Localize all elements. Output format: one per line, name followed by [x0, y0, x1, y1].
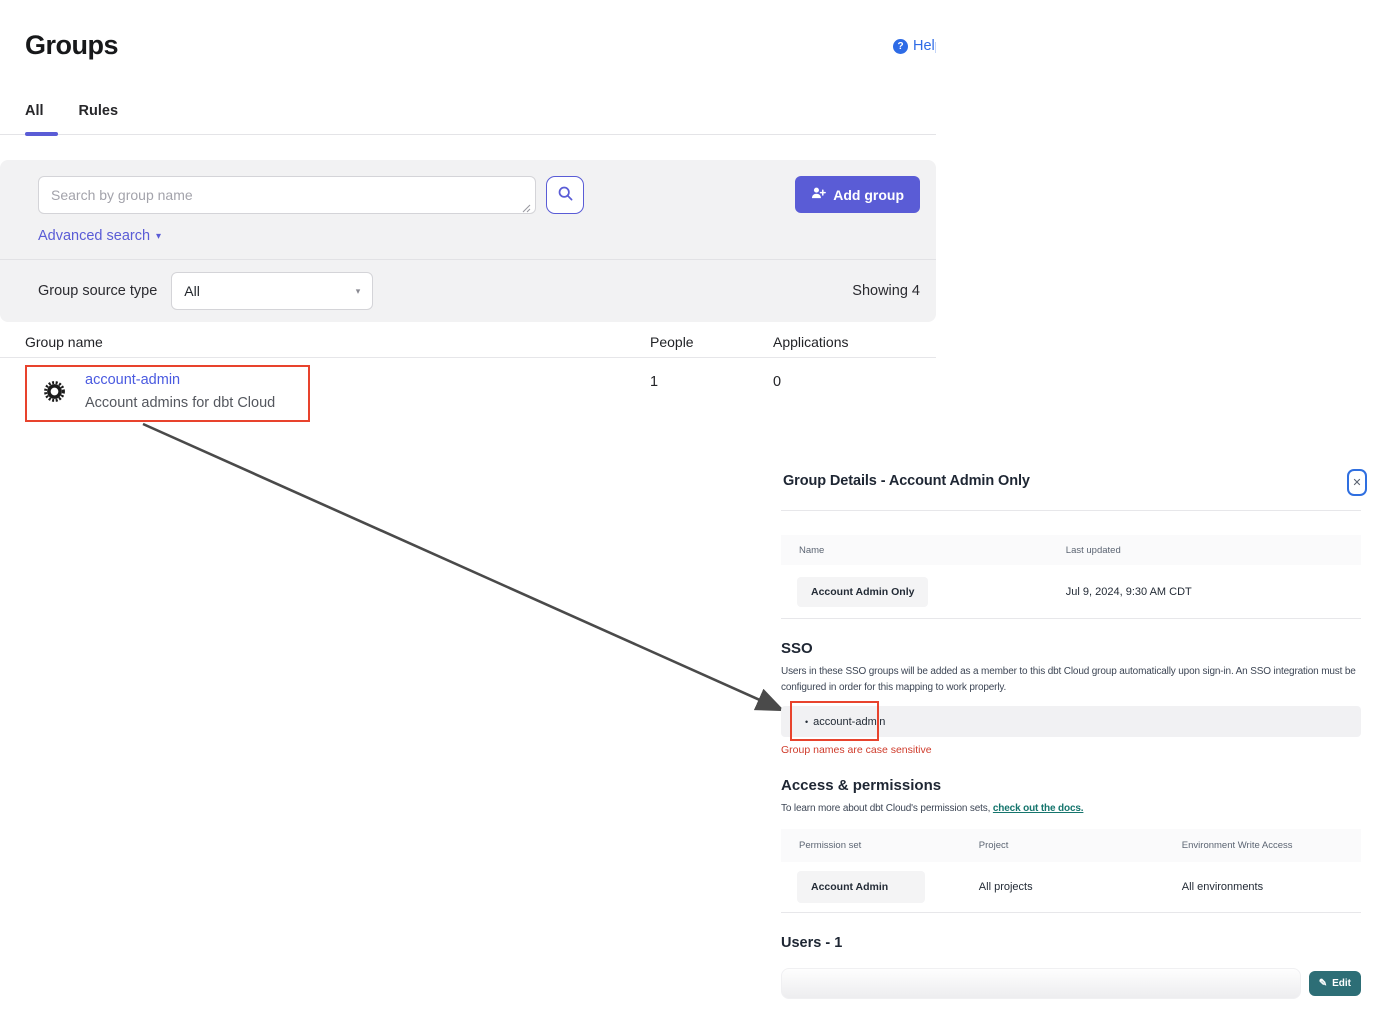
edit-button[interactable]: ✎ Edit	[1309, 971, 1361, 996]
sso-heading: SSO	[781, 640, 1361, 657]
panel-title: Group Details - Account Admin Only	[783, 473, 1030, 489]
edit-label: Edit	[1332, 978, 1351, 989]
groups-page: Groups ? Help All Rules Add group	[0, 0, 936, 460]
selected-source-value: All	[184, 283, 200, 299]
close-button[interactable]: ✕	[1347, 469, 1367, 496]
caret-down-icon: ▾	[156, 231, 161, 242]
search-button[interactable]	[546, 176, 584, 214]
header-project: Project	[961, 840, 1164, 851]
tab-all[interactable]: All	[25, 103, 44, 133]
table-row[interactable]: account-admin Account admins for dbt Clo…	[0, 358, 936, 430]
header-name: Name	[781, 545, 1048, 556]
close-icon: ✕	[1352, 476, 1361, 489]
tab-rules[interactable]: Rules	[79, 103, 119, 133]
gear-icon	[42, 379, 67, 412]
sso-group-name: account-admin	[813, 716, 885, 728]
search-row: Add group	[38, 176, 920, 214]
header-last-updated: Last updated	[1048, 545, 1361, 556]
header-permission-set: Permission set	[781, 840, 961, 851]
sso-description: Users in these SSO groups will be added …	[781, 664, 1359, 695]
info-table-header: Name Last updated	[781, 535, 1361, 565]
environment-value: All environments	[1164, 881, 1361, 893]
permissions-table-row: Account Admin All projects All environme…	[781, 862, 1361, 912]
showing-count: Showing 4	[852, 283, 920, 299]
header-group-name: Group name	[0, 334, 650, 350]
add-group-label: Add group	[833, 187, 904, 203]
project-value: All projects	[961, 881, 1164, 893]
groups-table-header: Group name People Applications	[0, 326, 936, 358]
active-tab-indicator	[25, 132, 58, 136]
footer-bar	[781, 968, 1301, 999]
advanced-search-toggle[interactable]: Advanced search ▾	[38, 228, 161, 244]
search-icon	[557, 185, 574, 205]
panel-footer: ✎ Edit	[781, 968, 1361, 999]
info-table-row: Account Admin Only Jul 9, 2024, 9:30 AM …	[781, 565, 1361, 618]
access-description: To learn more about dbt Cloud's permissi…	[781, 801, 1359, 817]
group-source-type-select[interactable]: All ▾	[171, 272, 373, 310]
group-details-panel: Group Details - Account Admin Only ✕ Nam…	[781, 460, 1361, 999]
pencil-icon: ✎	[1319, 978, 1327, 989]
help-link[interactable]: ? Help	[893, 38, 936, 54]
tab-bar: All Rules	[25, 103, 118, 133]
access-description-text: To learn more about dbt Cloud's permissi…	[781, 803, 993, 814]
help-label: Help	[913, 38, 936, 54]
sso-group-chip: • account-admin	[805, 716, 885, 728]
docs-link[interactable]: check out the docs.	[993, 803, 1084, 814]
tab-divider	[0, 134, 936, 135]
applications-count: 0	[773, 372, 936, 390]
chevron-down-icon: ▾	[356, 286, 361, 297]
permissions-table: Permission set Project Environment Write…	[781, 829, 1361, 913]
case-sensitive-warning: Group names are case sensitive	[781, 744, 1361, 756]
filter-panel: Add group Advanced search ▾ Group source…	[0, 160, 936, 322]
permissions-table-header: Permission set Project Environment Write…	[781, 829, 1361, 862]
access-permissions-heading: Access & permissions	[781, 777, 1361, 794]
search-input[interactable]	[38, 176, 536, 214]
group-info-table: Name Last updated Account Admin Only Jul…	[781, 535, 1361, 619]
panel-header: Group Details - Account Admin Only ✕	[781, 460, 1361, 510]
users-heading: Users - 1	[781, 935, 1361, 951]
group-source-row: Group source type All ▾ Showing 4	[38, 260, 920, 322]
group-description: Account admins for dbt Cloud	[85, 395, 275, 411]
add-group-button[interactable]: Add group	[795, 176, 920, 213]
permission-set-pill: Account Admin	[797, 871, 925, 903]
group-name-pill: Account Admin Only	[797, 577, 928, 607]
page-title: Groups	[25, 30, 118, 61]
groups-table: Group name People Applications account-a…	[0, 326, 936, 430]
people-count: 1	[650, 372, 773, 390]
group-link[interactable]: account-admin	[85, 372, 275, 388]
group-source-type-label: Group source type	[38, 283, 157, 299]
header-environment-write-access: Environment Write Access	[1164, 840, 1361, 851]
group-name-cell: account-admin Account admins for dbt Clo…	[0, 372, 650, 412]
header-people: People	[650, 334, 773, 350]
help-icon: ?	[893, 39, 908, 54]
bullet-icon: •	[805, 717, 808, 727]
add-user-icon	[811, 186, 826, 203]
sso-group-chip-bar[interactable]: • account-admin	[781, 706, 1361, 737]
last-updated-value: Jul 9, 2024, 9:30 AM CDT	[1048, 586, 1361, 598]
header-applications: Applications	[773, 334, 936, 350]
advanced-search-label: Advanced search	[38, 228, 150, 244]
panel-divider	[781, 510, 1361, 511]
